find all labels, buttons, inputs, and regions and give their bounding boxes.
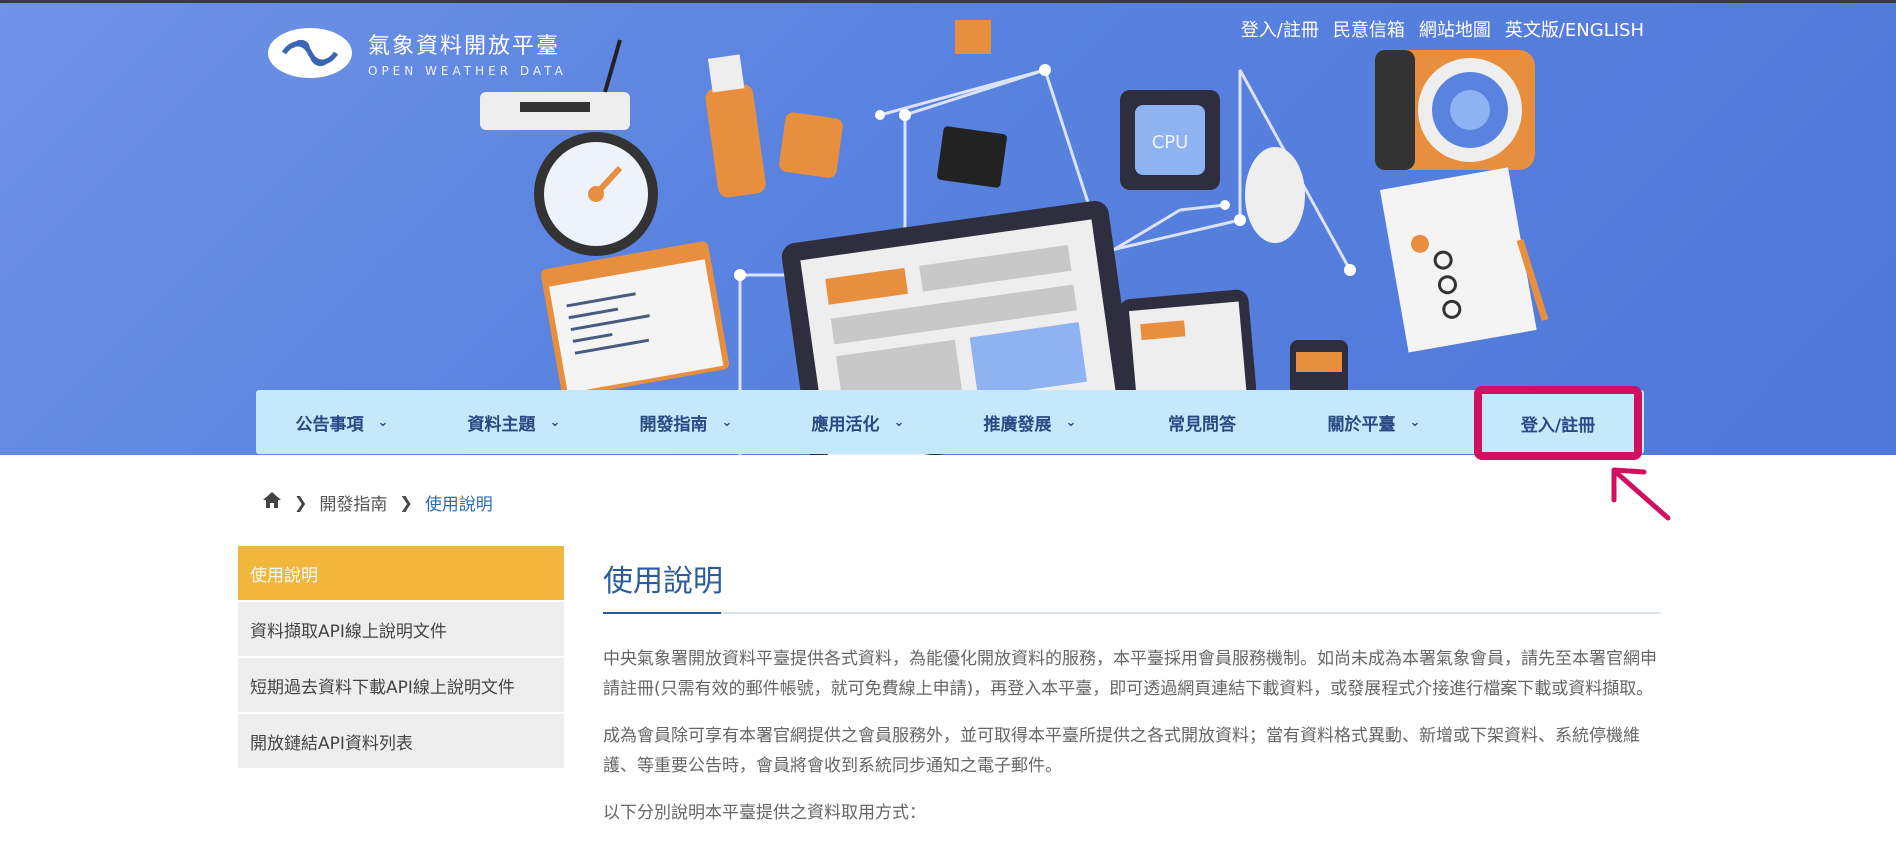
sidebar-item-history-api-docs[interactable]: 短期過去資料下載API線上說明文件	[238, 658, 564, 714]
chevron-down-icon: ⌄	[377, 414, 389, 430]
breadcrumb: ❯ 開發指南 ❯ 使用說明	[262, 490, 493, 515]
nav-item-announcements[interactable]: 公告事項 ⌄	[256, 390, 428, 454]
sidebar-item-label: 開放鏈結API資料列表	[250, 733, 413, 754]
nav-item-applications[interactable]: 應用活化 ⌄	[772, 390, 944, 454]
sidebar-item-label: 短期過去資料下載API線上說明文件	[250, 677, 515, 698]
sidebar-item-data-api-docs[interactable]: 資料擷取API線上說明文件	[238, 602, 564, 658]
home-icon[interactable]	[262, 491, 282, 514]
top-link-sitemap[interactable]: 網站地圖	[1419, 16, 1491, 42]
intro-paragraph: 中央氣象署開放資料平臺提供各式資料，為能優化開放資料的服務，本平臺採用會員服務機…	[603, 649, 1657, 699]
top-link-english[interactable]: 英文版/ENGLISH	[1505, 16, 1644, 42]
nav-item-promotion[interactable]: 推廣發展 ⌄	[944, 390, 1116, 454]
sidebar-item-linked-data-api[interactable]: 開放鏈結API資料列表	[238, 714, 564, 770]
top-link-mailbox[interactable]: 民意信箱	[1333, 16, 1405, 42]
main-content: 使用說明 中央氣象署開放資料平臺提供各式資料，為能優化開放資料的服務，本平臺採用…	[603, 556, 1661, 845]
nav-item-label: 推廣發展	[983, 414, 1052, 435]
chevron-down-icon: ⌄	[893, 414, 905, 430]
page-title: 使用說明	[603, 564, 723, 599]
sidebar-item-label: 資料擷取API線上說明文件	[250, 621, 447, 642]
sidebar: 使用說明 資料擷取API線上說明文件 短期過去資料下載API線上說明文件 開放鏈…	[238, 546, 564, 770]
access-methods-paragraph: 以下分別說明本平臺提供之資料取用方式：	[603, 803, 926, 823]
title-divider	[603, 612, 1661, 614]
site-logo[interactable]: 氣象資料開放平臺 OPEN WEATHER DATA	[268, 28, 567, 78]
logo-emblem-icon	[268, 28, 352, 78]
top-links: 登入/註冊 民意信箱 網站地圖 英文版/ENGLISH	[1241, 16, 1644, 42]
site-subtitle: OPEN WEATHER DATA	[368, 64, 567, 78]
member-paragraph: 成為會員除可享有本署官網提供之會員服務外，並可取得本平臺所提供之各式開放資料；當…	[603, 726, 1640, 776]
site-title: 氣象資料開放平臺	[368, 34, 561, 59]
breadcrumb-link-dev-guide[interactable]: 開發指南	[319, 490, 387, 515]
nav-item-faq[interactable]: 常見問答	[1116, 390, 1288, 454]
top-border	[0, 0, 1896, 3]
nav-item-label: 關於平臺	[1327, 414, 1396, 435]
nav-item-about[interactable]: 關於平臺 ⌄	[1288, 390, 1460, 454]
chevron-down-icon: ⌄	[721, 414, 733, 430]
breadcrumb-current: 使用說明	[424, 495, 493, 515]
chevron-down-icon: ⌄	[1409, 414, 1421, 430]
annotation-arrow-icon	[1611, 467, 1671, 521]
nav-login-button[interactable]: 登入/註冊	[1474, 386, 1642, 460]
svg-text:CPU: CPU	[1152, 132, 1189, 153]
nav-item-label: 常見問答	[1168, 414, 1236, 435]
chevron-right-icon: ❯	[399, 493, 413, 512]
chevron-right-icon: ❯	[294, 493, 308, 512]
nav-item-label: 公告事項	[295, 414, 364, 435]
nav-item-label: 開發指南	[639, 414, 708, 435]
top-link-login[interactable]: 登入/註冊	[1241, 16, 1319, 42]
nav-item-label: 應用活化	[811, 414, 880, 435]
nav-item-data-topics[interactable]: 資料主題 ⌄	[428, 390, 600, 454]
nav-item-dev-guide[interactable]: 開發指南 ⌄	[600, 390, 772, 454]
main-nav: 公告事項 ⌄ 資料主題 ⌄ 開發指南 ⌄ 應用活化 ⌄ 推廣發展 ⌄ 常見問答 …	[256, 390, 1644, 454]
sidebar-item-label: 使用說明	[250, 565, 318, 586]
sidebar-item-usage[interactable]: 使用說明	[238, 546, 564, 602]
chevron-down-icon: ⌄	[1065, 414, 1077, 430]
chevron-down-icon: ⌄	[549, 414, 561, 430]
nav-item-label: 資料主題	[467, 414, 536, 435]
nav-login-label: 登入/註冊	[1520, 415, 1596, 436]
